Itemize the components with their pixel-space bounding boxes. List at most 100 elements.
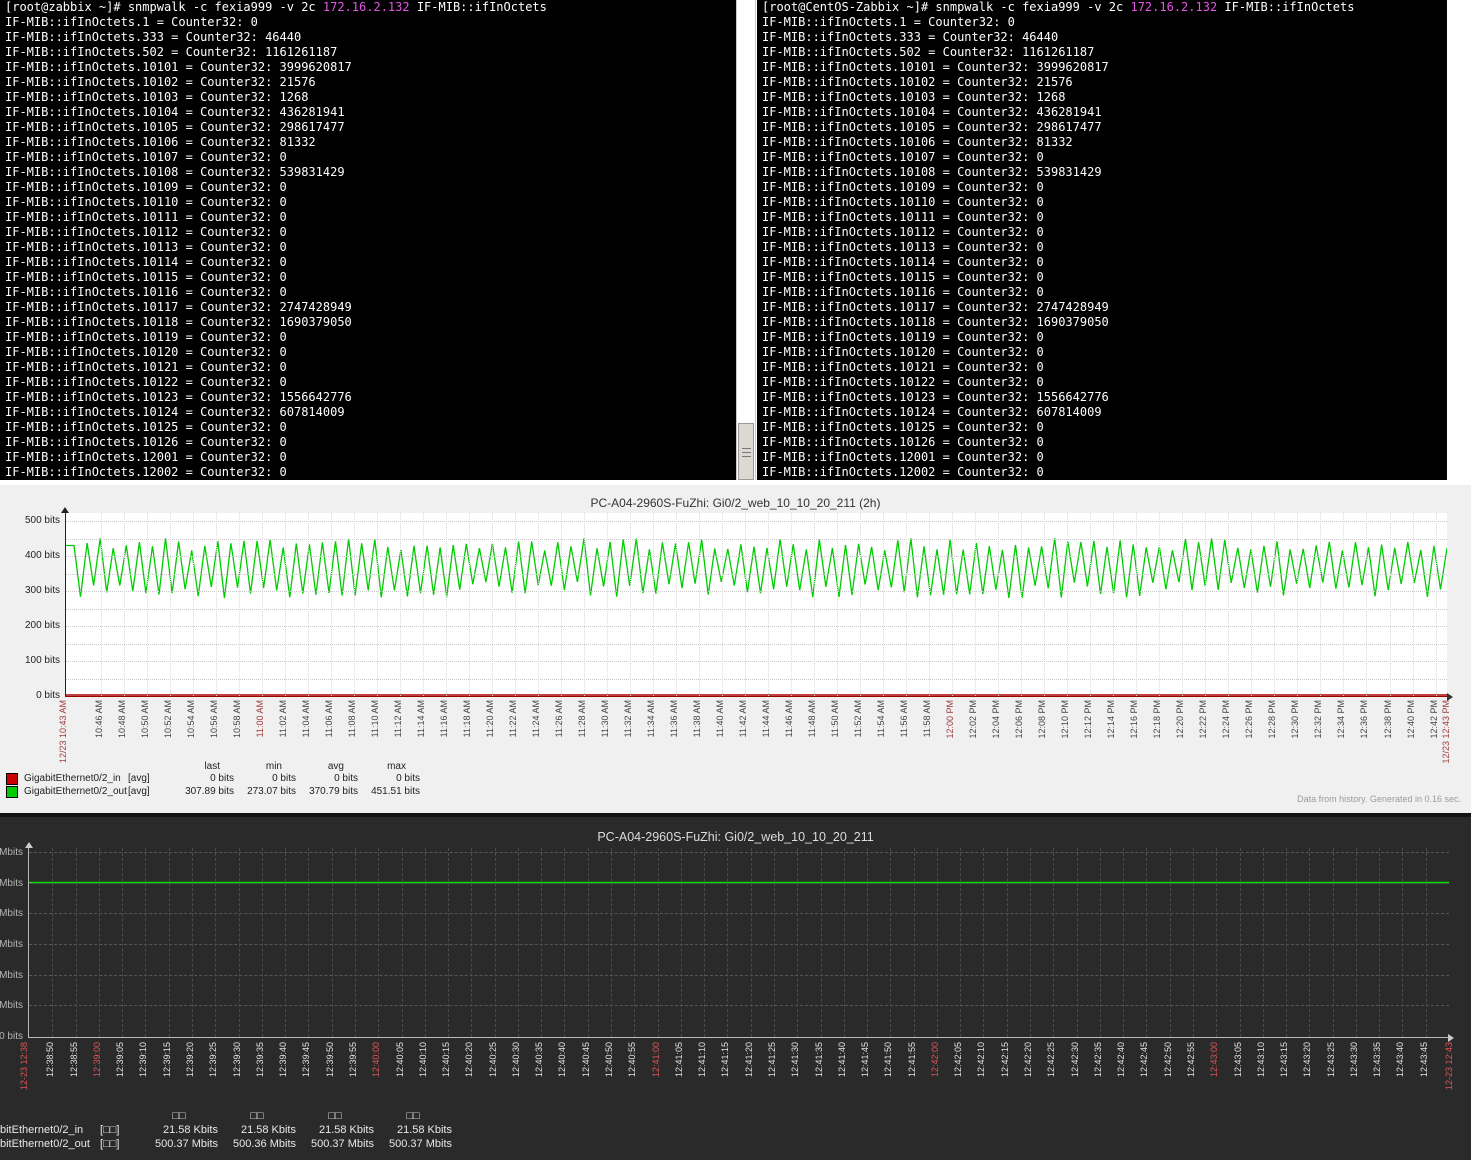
x-axis-tick-label: 12:41:30 xyxy=(790,1042,800,1077)
gridline-vertical xyxy=(745,513,746,696)
gridline-vertical xyxy=(588,848,589,1037)
gridline-vertical xyxy=(1297,513,1298,696)
gridline-vertical xyxy=(1251,513,1252,696)
x-axis-tick-label: 10:50 AM xyxy=(140,700,150,738)
y-axis-tick-label: 0 bits xyxy=(2,690,60,701)
gridline-vertical xyxy=(584,513,585,696)
legend-header-cell: □□ xyxy=(140,1110,218,1123)
zabbix-plot-area[interactable] xyxy=(65,513,1447,697)
terminal-output-line: IF-MIB::ifInOctets.10116 = Counter32: 0 xyxy=(757,285,1447,300)
x-axis-tick-label: 11:38 AM xyxy=(692,700,702,737)
gridline-vertical xyxy=(1113,513,1114,696)
terminal-output-line: IF-MIB::ifInOctets.10106 = Counter32: 81… xyxy=(757,135,1447,150)
x-axis-tick-label: 11:44 AM xyxy=(761,700,771,737)
x-axis-tick-label: 11:28 AM xyxy=(577,700,587,737)
terminal-output-line: IF-MIB::ifInOctets.10105 = Counter32: 29… xyxy=(0,120,736,135)
terminal-window-zabbix[interactable]: [root@zabbix ~]# snmpwalk -c fexia999 -v… xyxy=(0,0,736,480)
x-axis-tick-label: 12:43:40 xyxy=(1395,1042,1405,1077)
gridline-vertical xyxy=(814,513,815,696)
gridline-vertical xyxy=(377,513,378,696)
terminal-output-line: IF-MIB::ifInOctets.10110 = Counter32: 0 xyxy=(757,195,1447,210)
x-axis-tick-label: 11:46 AM xyxy=(784,700,794,737)
x-axis-tick-label: 12:12 PM xyxy=(1083,700,1093,739)
x-axis-tick-label: 11:36 AM xyxy=(669,700,679,737)
terminal-output-line: IF-MIB::ifInOctets.10118 = Counter32: 16… xyxy=(0,315,736,330)
y-axis-tick-label: 0 bits xyxy=(0,1031,23,1042)
gridline-vertical xyxy=(1205,513,1206,696)
x-axis-tick-label: 12:40:35 xyxy=(534,1042,544,1077)
gridline-vertical xyxy=(495,848,496,1037)
terminal-output-line: IF-MIB::ifInOctets.333 = Counter32: 4644… xyxy=(757,30,1447,45)
legend-func-label: [□□] xyxy=(100,1137,140,1151)
dark-series-line xyxy=(29,848,1449,1037)
gridline-vertical xyxy=(308,513,309,696)
gridline-vertical xyxy=(681,848,682,1037)
legend-swatch xyxy=(6,772,24,785)
gridline-vertical xyxy=(1136,513,1137,696)
x-axis-tick-label: 12:42:10 xyxy=(976,1042,986,1077)
gridline-vertical xyxy=(634,848,635,1037)
gridline-vertical xyxy=(844,848,845,1037)
x-axis-tick-label: 12:41:25 xyxy=(767,1042,777,1077)
x-axis-tick-label: 11:30 AM xyxy=(600,700,610,737)
terminal-output-line: IF-MIB::ifInOctets.10115 = Counter32: 0 xyxy=(757,270,1447,285)
x-axis-end-label: 12-23 12:43 xyxy=(1444,1042,1454,1090)
terminal-scrollbar-thumb[interactable] xyxy=(738,423,754,480)
x-axis-tick-label: 12:42:55 xyxy=(1186,1042,1196,1077)
x-axis-tick-label: 12:41:00 xyxy=(651,1042,661,1077)
x-axis-tick-label: 12:40:10 xyxy=(418,1042,428,1077)
legend-value-cell: 21.58 Kbits xyxy=(140,1123,218,1137)
gridline-vertical xyxy=(1146,848,1147,1037)
gridline-vertical xyxy=(1182,513,1183,696)
gridline-vertical xyxy=(262,848,263,1037)
x-axis-tick-label: 12:30 PM xyxy=(1290,700,1300,739)
x-axis-tick-label: 12:38:50 xyxy=(45,1042,55,1077)
gridline-horizontal xyxy=(66,591,1447,592)
x-axis-tick-label: 12:40:50 xyxy=(604,1042,614,1077)
gridline-vertical xyxy=(355,848,356,1037)
x-axis-tick-label: 10:48 AM xyxy=(117,700,127,738)
series-color-swatch xyxy=(6,773,18,785)
gridline-vertical xyxy=(402,848,403,1037)
dark-graph-title: PC-A04-2960S-FuZhi: Gi0/2_web_10_10_20_2… xyxy=(0,830,1471,844)
legend-swatch xyxy=(6,785,24,798)
x-axis-start-label: 12/23 10:43 AM xyxy=(58,700,68,763)
gridline-vertical xyxy=(469,513,470,696)
x-axis-tick-label: 12:43:10 xyxy=(1256,1042,1266,1077)
gridline-vertical xyxy=(722,513,723,696)
gridline-vertical xyxy=(768,513,769,696)
x-axis-tick-label: 11:16 AM xyxy=(439,700,449,737)
terminal-scrollbar-track[interactable] xyxy=(736,0,756,480)
x-axis-tick-label: 12:39:15 xyxy=(162,1042,172,1077)
x-axis-tick-label: 12:42:40 xyxy=(1116,1042,1126,1077)
terminal-output-line: IF-MIB::ifInOctets.12001 = Counter32: 0 xyxy=(757,450,1447,465)
gridline-vertical xyxy=(1007,848,1008,1037)
terminal-window-centos-zabbix[interactable]: [root@CentOS-Zabbix ~]# snmpwalk -c fexi… xyxy=(757,0,1447,480)
x-axis-tick-label: 12:10 PM xyxy=(1060,700,1070,739)
x-axis-tick-label: 11:22 AM xyxy=(508,700,518,737)
gridline-vertical xyxy=(1379,848,1380,1037)
terminal-output-line: IF-MIB::ifInOctets.10122 = Counter32: 0 xyxy=(757,375,1447,390)
x-axis-tick-label: 12:41:45 xyxy=(860,1042,870,1077)
x-axis-tick-label: 11:20 AM xyxy=(485,700,495,737)
x-axis-tick-label: 12:39:35 xyxy=(255,1042,265,1077)
terminal-output-line: IF-MIB::ifInOctets.10126 = Counter32: 0 xyxy=(0,435,736,450)
x-axis-tick-label: 12:43:00 xyxy=(1209,1042,1219,1077)
x-axis-tick-label: 12:42 PM xyxy=(1429,700,1439,739)
gridline-horizontal xyxy=(66,574,1447,575)
x-axis-tick-label: 12:39:55 xyxy=(348,1042,358,1077)
zabbix-graph-panel: PC-A04-2960S-FuZhi: Gi0/2_web_10_10_20_2… xyxy=(0,485,1471,813)
x-axis-tick-label: 12:40:20 xyxy=(464,1042,474,1077)
terminal-output-line: IF-MIB::ifInOctets.10101 = Counter32: 39… xyxy=(0,60,736,75)
x-axis-tick-label: 11:50 AM xyxy=(830,700,840,737)
terminal-output-line: IF-MIB::ifInOctets.10126 = Counter32: 0 xyxy=(757,435,1447,450)
terminal-output-line: IF-MIB::ifInOctets.10104 = Counter32: 43… xyxy=(0,105,736,120)
x-axis-tick-label: 11:08 AM xyxy=(347,700,357,737)
terminal-output-line: IF-MIB::ifInOctets.10122 = Counter32: 0 xyxy=(0,375,736,390)
x-axis-tick-label: 12:22 PM xyxy=(1198,700,1208,739)
x-axis-tick-label: 11:34 AM xyxy=(646,700,656,737)
gridline-vertical xyxy=(797,848,798,1037)
gridline-vertical xyxy=(446,513,447,696)
x-axis-tick-label: 11:56 AM xyxy=(899,700,909,737)
x-axis-tick-label: 12:42:50 xyxy=(1163,1042,1173,1077)
